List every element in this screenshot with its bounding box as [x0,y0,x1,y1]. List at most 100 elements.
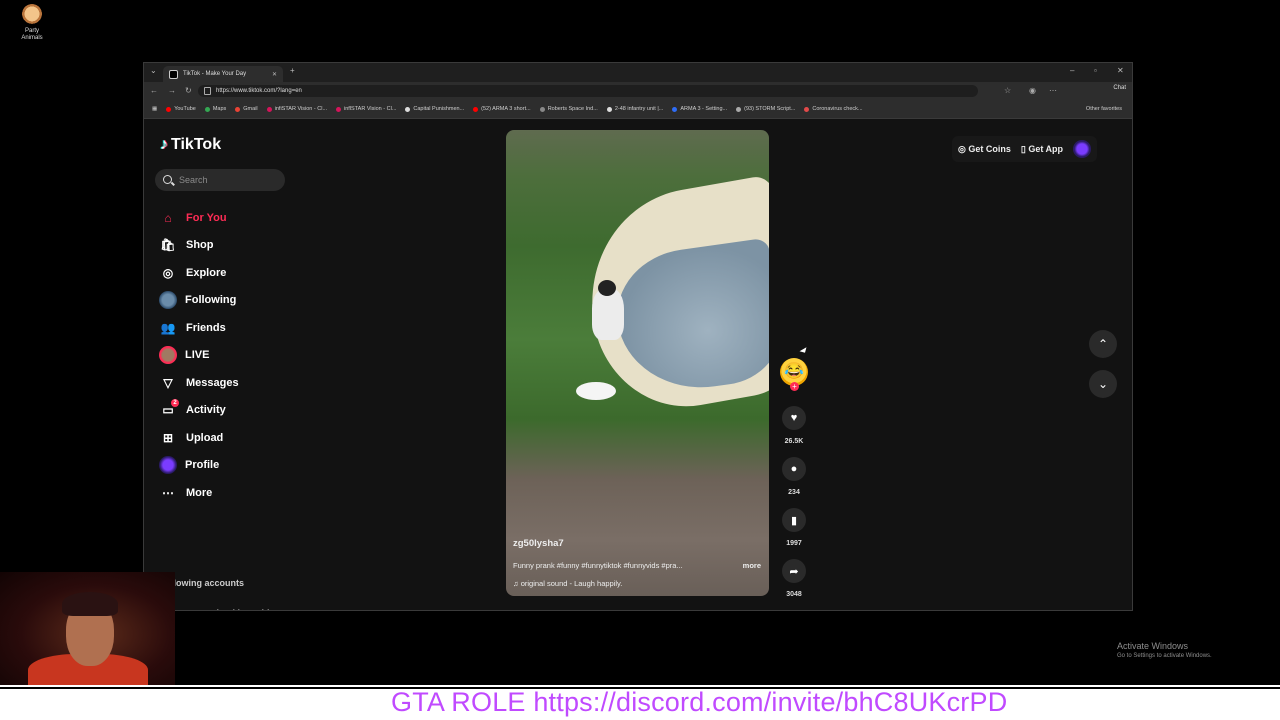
banner-text: GTA ROLE https://discord.com/invite/bhC8… [391,687,1008,717]
bookmark-item[interactable]: infiSTAR Vision - Cl... [266,106,328,112]
tab-title: TikTok - Make Your Day [183,71,247,77]
get-coins-button[interactable]: ◎ Get Coins [958,144,1011,155]
music-note-icon: ♫ [513,579,521,588]
sidebar-item-label: Messages [186,376,239,389]
like-count: 26.5K [784,438,804,445]
search-placeholder: Search [179,175,208,185]
globe-icon [736,106,742,112]
video-actions: 😂 + ♥ 26.5K ● 234 ▮ 1997 ➦ 3048 [778,358,810,598]
back-icon[interactable]: ← [150,86,158,95]
sidebar-item-following[interactable]: Following [159,287,239,315]
tab-tiktok[interactable]: TikTok - Make Your Day ✕ [163,66,283,82]
bookmark-label: ARMA 3 - Setting... [680,106,728,112]
bookmarks-apps-icon[interactable]: ▦ [152,106,157,112]
sidebar-item-label: Shop [186,239,214,252]
bookmark-favicon-icon [804,106,810,112]
tiktok-page: ♪ TikTok Search ⌂ For You 🛍 Shop ◎ Explo… [144,120,1132,610]
new-tab-icon[interactable]: + [290,66,295,75]
copilot-chat-button[interactable]: Chat [1113,85,1126,91]
other-favorites[interactable]: Other favorites [1086,106,1122,112]
follow-plus-icon[interactable]: + [790,382,799,391]
close-window-icon[interactable]: ✕ [1117,66,1124,75]
comment-button[interactable]: ● 234 [778,457,810,496]
desktop-shortcut-party-animals[interactable]: Party Animals [14,4,50,42]
save-button[interactable]: ▮ 1997 [778,508,810,547]
more-icon: ⋯ [162,485,174,500]
bookmark-item-youtube[interactable]: YouTube [166,106,196,112]
bookmark-label: (52) ARMA 3 short... [481,106,531,112]
bookmark-item[interactable]: (93) STORM Script... [736,106,795,112]
youtube-icon [166,106,172,112]
sidebar-item-more[interactable]: ⋯ More [160,479,239,507]
like-button[interactable]: ♥ 26.5K [778,406,810,445]
sidebar-item-profile[interactable]: Profile [159,452,239,480]
gmail-icon [235,106,241,112]
settings-menu-icon[interactable]: ⋯ [1049,86,1057,95]
browser-window: ⌄ TikTok - Make Your Day ✕ + – ▫ ✕ ← → ↻… [143,62,1133,611]
sidebar-item-upload[interactable]: ⊞ Upload [160,424,239,452]
bookmark-label: 2-48 infantry unit |... [614,106,664,112]
video-sound[interactable]: ♫ original sound - Laugh happily. [513,579,761,588]
forward-icon[interactable]: → [168,86,176,95]
close-tab-icon[interactable]: ✕ [272,71,277,78]
lock-icon [204,87,211,95]
bookmark-item[interactable]: ARMA 3 - Setting... [672,106,727,112]
sidebar-item-label: Friends [186,321,226,334]
extensions-icon[interactable]: ◉ [1029,86,1036,95]
creator-avatar[interactable]: 😂 + [780,358,808,391]
bookmark-favicon-icon [539,106,545,112]
minimize-icon[interactable]: – [1070,66,1074,75]
share-button[interactable]: ➦ 3048 [778,559,810,598]
sidebar-item-label: For You [186,211,227,224]
save-count: 1997 [786,540,802,547]
previous-video-button[interactable]: ⌃ [1089,330,1117,358]
bookmark-favicon-icon [405,106,411,112]
home-icon: ⌂ [164,210,172,225]
next-video-button[interactable]: ⌄ [1089,370,1117,398]
sidebar-item-label: More [186,486,213,499]
favorites-star-icon[interactable]: ☆ [1004,86,1011,95]
bookmark-item-gmail[interactable]: Gmail [235,106,258,112]
bookmark-item[interactable]: inflSTAR Vision - Cl... [336,106,396,112]
sidebar-item-friends[interactable]: 👥 Friends [160,314,239,342]
bookmark-label: (93) STORM Script... [744,106,796,112]
share-count: 3048 [786,591,802,598]
chevron-down-icon: ⌄ [1097,377,1109,391]
chevron-up-icon: ⌃ [1097,337,1109,351]
sidebar-item-shop[interactable]: 🛍 Shop [160,232,239,260]
profile-avatar[interactable] [1073,140,1091,158]
bookmark-favicon-icon [606,106,612,112]
address-bar[interactable]: https://www.tiktok.com/?lang=en [198,85,978,97]
avatar [159,456,177,475]
bookmark-item[interactable]: Roberts Space Ind... [539,106,598,112]
bookmark-item[interactable]: 2-48 infantry unit |... [606,106,664,112]
stream-banner: GTA ROLE https://discord.com/invite/bhC8… [0,685,1280,720]
tiktok-logo[interactable]: ♪ TikTok [160,136,221,154]
activity-badge: 2 [171,399,179,408]
search-input[interactable]: Search [155,169,285,191]
search-icon [163,175,172,184]
maximize-icon[interactable]: ▫ [1094,66,1097,75]
bookmark-item[interactable]: Coronavirus check... [804,106,863,112]
bookmark-item-maps[interactable]: Maps [204,106,226,112]
tab-list-icon[interactable]: ⌄ [150,66,157,75]
get-app-button[interactable]: ▯ Get App [1021,144,1063,155]
sidebar-item-label: Following [185,294,237,307]
upload-icon: ⊞ [162,430,174,445]
bookmark-item[interactable]: (52) ARMA 3 short... [473,106,531,112]
bookmark-label: infiSTAR Vision - Cl... [274,106,328,112]
refresh-icon[interactable]: ↻ [185,86,192,95]
video-username[interactable]: zg50lysha7 [513,538,761,549]
sidebar-item-live[interactable]: LIVE [159,342,239,370]
send-icon: ▽ [163,375,173,390]
more-link[interactable]: more [743,561,761,570]
bookmark-item[interactable]: Capital Punishmen... [405,106,464,112]
account-item[interactable]: xander_kingcold [198,608,270,610]
sidebar-item-messages[interactable]: ▽ Messages [160,369,239,397]
sidebar-item-for-you[interactable]: ⌂ For You [160,204,239,232]
sidebar-item-activity[interactable]: ▭ 2 Activity [160,397,239,425]
sidebar-item-explore[interactable]: ◎ Explore [160,259,239,287]
video-player[interactable]: zg50lysha7 Funny prank #funny #funnytikt… [506,130,769,596]
bookmark-label: Coronavirus check... [812,106,863,112]
party-animals-icon [21,4,43,26]
